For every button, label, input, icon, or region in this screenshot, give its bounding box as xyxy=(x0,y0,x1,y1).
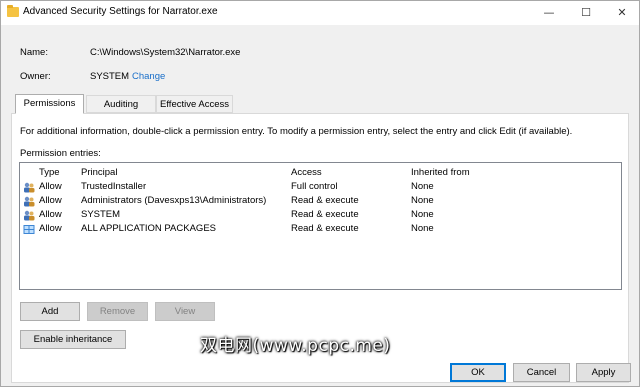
entry-type: Allow xyxy=(39,181,62,192)
tab-permissions[interactable]: Permissions xyxy=(15,94,84,114)
apply-button[interactable]: Apply xyxy=(576,363,631,382)
user-group-icon xyxy=(24,182,35,193)
permission-entries-list[interactable]: Type Principal Access Inherited from All… xyxy=(19,162,622,290)
entry-inherited-from: None xyxy=(411,223,434,234)
column-header-inherited-from[interactable]: Inherited from xyxy=(411,167,470,178)
add-button[interactable]: Add xyxy=(20,302,80,321)
entry-inherited-from: None xyxy=(411,195,434,206)
user-group-icon xyxy=(24,196,35,207)
cancel-button[interactable]: Cancel xyxy=(513,363,570,382)
entry-principal: TrustedInstaller xyxy=(81,181,147,192)
owner-value: SYSTEM xyxy=(90,71,130,82)
permission-entry-row[interactable]: Allow TrustedInstaller Full control None xyxy=(20,181,621,195)
column-header-access[interactable]: Access xyxy=(291,167,322,178)
window-title: Advanced Security Settings for Narrator.… xyxy=(23,6,218,17)
entry-access: Full control xyxy=(291,181,338,192)
remove-button[interactable]: Remove xyxy=(87,302,148,321)
entry-type: Allow xyxy=(39,209,62,220)
entry-access: Read & execute xyxy=(291,223,359,234)
owner-label: Owner: xyxy=(20,71,51,82)
name-label: Name: xyxy=(20,47,48,58)
entry-principal: ALL APPLICATION PACKAGES xyxy=(81,223,216,234)
tab-effective-access[interactable]: Effective Access xyxy=(156,95,233,113)
maximize-button[interactable]: ☐ xyxy=(568,1,604,25)
view-button[interactable]: View xyxy=(155,302,215,321)
column-header-principal[interactable]: Principal xyxy=(81,167,117,178)
enable-inheritance-button[interactable]: Enable inheritance xyxy=(20,330,126,349)
tab-auditing[interactable]: Auditing xyxy=(86,95,156,113)
permission-entry-row[interactable]: Allow ALL APPLICATION PACKAGES Read & ex… xyxy=(20,223,621,237)
entry-access: Read & execute xyxy=(291,195,359,206)
change-owner-link[interactable]: Change xyxy=(132,71,165,82)
info-text: For additional information, double-click… xyxy=(20,126,573,137)
entry-access: Read & execute xyxy=(291,209,359,220)
entry-principal: Administrators (Davesxps13\Administrator… xyxy=(81,195,267,206)
user-group-icon xyxy=(24,210,35,221)
advanced-security-window: Advanced Security Settings for Narrator.… xyxy=(0,0,640,387)
entry-type: Allow xyxy=(39,223,62,234)
entry-inherited-from: None xyxy=(411,209,434,220)
permission-entries-label: Permission entries: xyxy=(20,148,101,159)
watermark-text: 双电网(www.pcpc.me) xyxy=(200,336,391,356)
minimize-button[interactable]: — xyxy=(531,1,567,25)
folder-icon xyxy=(7,5,19,17)
entry-principal: SYSTEM xyxy=(81,209,121,220)
ok-button[interactable]: OK xyxy=(450,363,506,382)
app-packages-icon xyxy=(23,225,35,234)
close-button[interactable]: ✕ xyxy=(604,1,639,25)
entry-inherited-from: None xyxy=(411,181,434,192)
permission-entry-row[interactable]: Allow Administrators (Davesxps13\Adminis… xyxy=(20,195,621,209)
title-bar[interactable]: Advanced Security Settings for Narrator.… xyxy=(1,1,639,25)
column-header-type[interactable]: Type xyxy=(39,167,60,178)
permission-entry-row[interactable]: Allow SYSTEM Read & execute None xyxy=(20,209,621,223)
name-value: C:\Windows\System32\Narrator.exe xyxy=(90,47,241,58)
entry-type: Allow xyxy=(39,195,62,206)
